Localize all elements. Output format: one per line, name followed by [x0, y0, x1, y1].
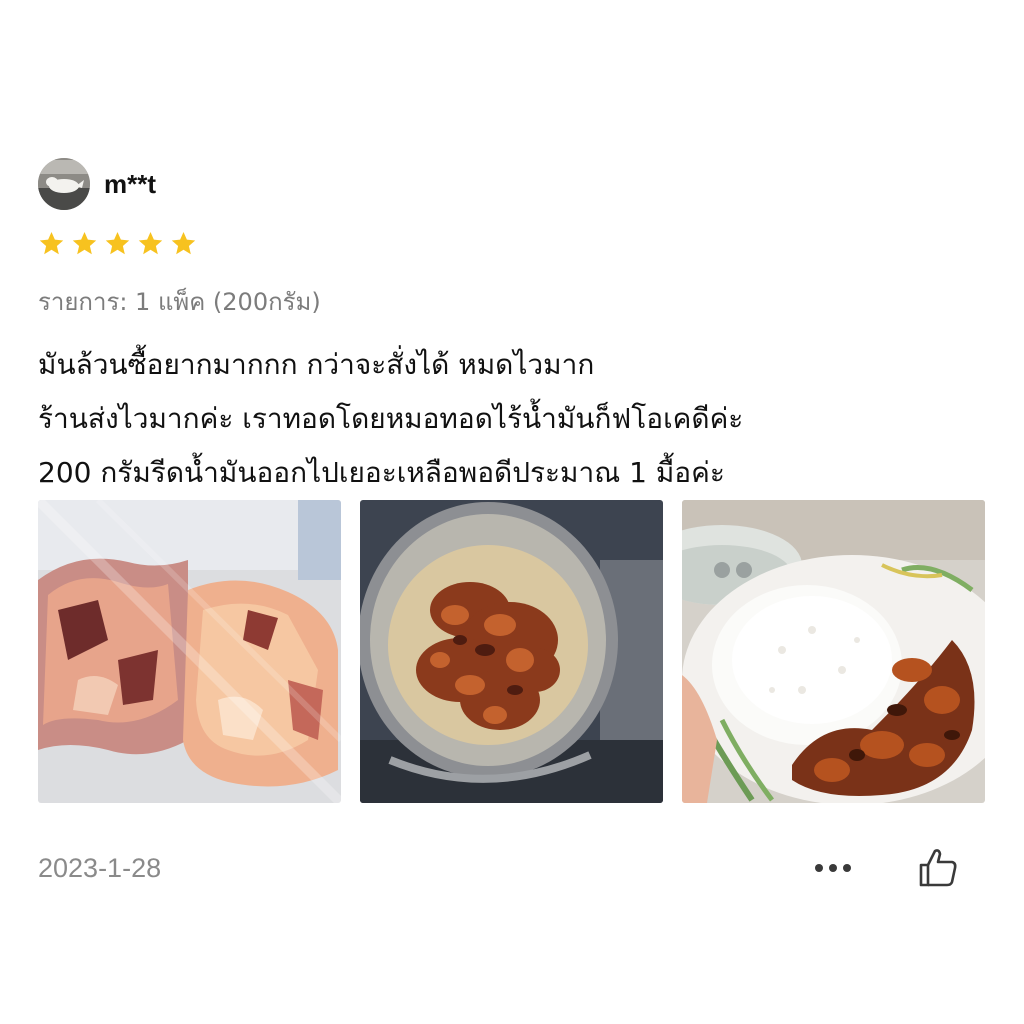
star-icon: [72, 232, 97, 255]
rating-stars: [38, 230, 203, 257]
more-dots-icon: [815, 864, 851, 872]
star-icon: [171, 232, 196, 255]
review-card: m**t รายการ: 1 แพ็ค (200กรัม) มันล้วนซื้…: [0, 100, 1024, 1024]
review-photos: [38, 500, 985, 803]
reviewer-row: m**t: [38, 158, 156, 210]
review-footer: 2023-1-28: [38, 848, 963, 888]
review-date: 2023-1-28: [38, 853, 162, 883]
review-photo-2[interactable]: [360, 500, 663, 803]
review-photo-3[interactable]: [682, 500, 985, 803]
variant-label: รายการ: 1 แพ็ค (200กรัม): [38, 288, 321, 316]
like-button[interactable]: [916, 846, 960, 890]
review-body: มันล้วนซื้อยากมากกก กว่าจะสั่งได้ หมดไวม…: [38, 338, 743, 500]
review-line: มันล้วนซื้อยากมากกก กว่าจะสั่งได้ หมดไวม…: [38, 348, 595, 381]
reviewer-name: m**t: [104, 168, 157, 199]
review-line: ร้านส่งไวมากค่ะ เราทอดโดยหมอทอดไร้น้ำมัน…: [38, 402, 744, 435]
review-line: 200 กรัมรีดน้ำมันออกไปเยอะเหลือพอดีประมา…: [38, 456, 725, 489]
thumbs-up-icon: [919, 849, 957, 887]
review-photo-1[interactable]: [38, 500, 341, 803]
more-options-button[interactable]: [808, 856, 858, 880]
star-icon: [105, 232, 130, 255]
avatar[interactable]: [38, 158, 90, 210]
star-icon: [138, 232, 163, 255]
star-icon: [39, 232, 64, 255]
top-band: [0, 0, 1024, 100]
